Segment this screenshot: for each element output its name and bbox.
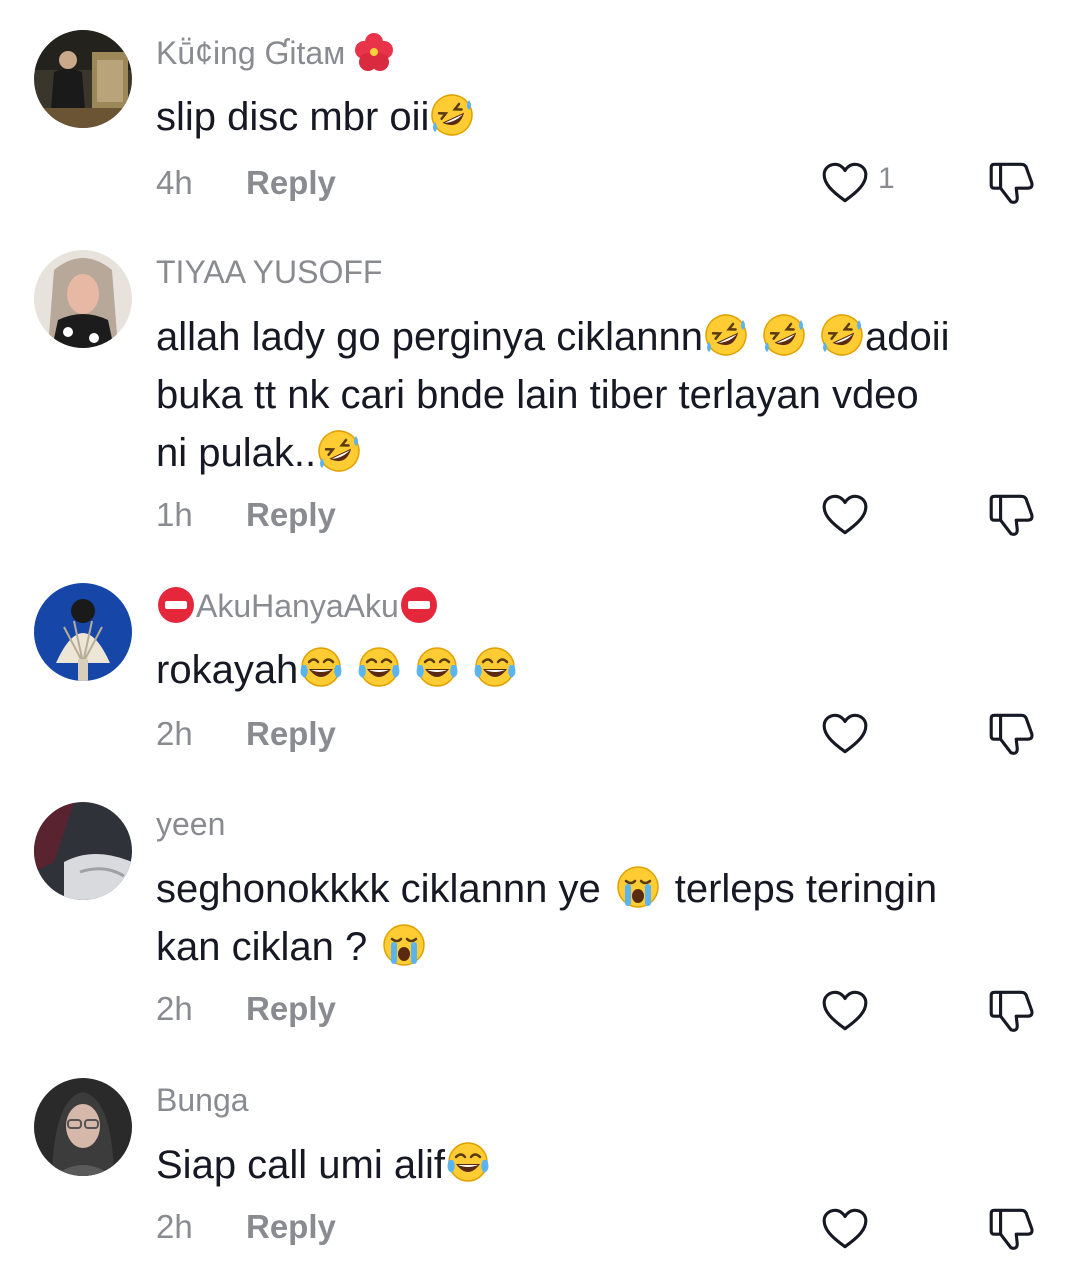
reply-button[interactable]: Reply [246, 496, 336, 534]
username[interactable]: AkuHanyaAku [156, 585, 439, 626]
username[interactable]: Kṻ¢ing Ɠitaм [156, 32, 394, 73]
comment-time: 1h [156, 496, 193, 533]
comment-text: slip disc mbr oii [156, 88, 1036, 146]
comment-text: allah lady go perginya ciklannn adoii buk… [156, 308, 1036, 482]
rofl-emoji-icon [316, 428, 362, 474]
comment-time: 4h [156, 164, 193, 201]
dislike-button[interactable] [986, 490, 1036, 538]
thumbs-down-icon [986, 1204, 1036, 1254]
thumbs-down-icon [986, 986, 1036, 1036]
username[interactable]: yeen [156, 804, 225, 844]
like-button[interactable]: 1 [820, 158, 910, 206]
heart-icon [820, 1204, 870, 1254]
thumbs-down-icon [986, 158, 1036, 208]
loudly-crying-emoji-icon [381, 922, 427, 968]
dislike-button[interactable] [986, 1204, 1036, 1252]
rofl-emoji-icon [703, 312, 749, 358]
tears-of-joy-emoji-icon [298, 645, 344, 691]
comment-text: seghonokkkk ciklannn ye terleps teringin … [156, 860, 1036, 976]
comment-time: 2h [156, 715, 193, 752]
comment-text: rokayah [156, 641, 1036, 699]
reply-button[interactable]: Reply [246, 164, 336, 202]
no-entry-icon [399, 585, 439, 625]
tears-of-joy-emoji-icon [472, 645, 518, 691]
heart-icon [820, 158, 870, 208]
comment-meta: 1h Reply [156, 496, 336, 534]
comment-time: 2h [156, 990, 193, 1027]
rofl-emoji-icon [761, 312, 807, 358]
avatar[interactable] [34, 1078, 132, 1176]
username[interactable]: TIYAA YUSOFF [156, 252, 382, 292]
avatar[interactable] [34, 250, 132, 348]
comment-meta: 4h Reply [156, 164, 336, 202]
like-button[interactable] [820, 986, 910, 1034]
tears-of-joy-emoji-icon [414, 645, 460, 691]
comment-meta: 2h Reply [156, 1208, 336, 1246]
avatar[interactable] [34, 802, 132, 900]
like-button[interactable] [820, 490, 910, 538]
username[interactable]: Bunga [156, 1080, 249, 1120]
reply-button[interactable]: Reply [246, 715, 336, 753]
comment-time: 2h [156, 1208, 193, 1245]
avatar[interactable] [34, 583, 132, 681]
comment-meta: 2h Reply [156, 715, 336, 753]
like-button[interactable] [820, 1204, 910, 1252]
heart-icon [820, 709, 870, 759]
tears-of-joy-emoji-icon [445, 1140, 491, 1186]
reply-button[interactable]: Reply [246, 990, 336, 1028]
rofl-emoji-icon [429, 92, 475, 138]
heart-icon [820, 986, 870, 1036]
dislike-button[interactable] [986, 986, 1036, 1034]
reply-button[interactable]: Reply [246, 1208, 336, 1246]
dislike-button[interactable] [986, 709, 1036, 757]
heart-icon [820, 490, 870, 540]
comment-text: Siap call umi alif [156, 1136, 1036, 1194]
tears-of-joy-emoji-icon [356, 645, 402, 691]
like-count: 1 [878, 162, 895, 195]
comment-meta: 2h Reply [156, 990, 336, 1028]
rofl-emoji-icon [819, 312, 865, 358]
avatar[interactable] [34, 30, 132, 128]
loudly-crying-emoji-icon [615, 864, 661, 910]
dislike-button[interactable] [986, 158, 1036, 206]
thumbs-down-icon [986, 490, 1036, 540]
no-entry-icon [156, 585, 196, 625]
hibiscus-icon [354, 32, 394, 72]
thumbs-down-icon [986, 709, 1036, 759]
like-button[interactable] [820, 709, 910, 757]
